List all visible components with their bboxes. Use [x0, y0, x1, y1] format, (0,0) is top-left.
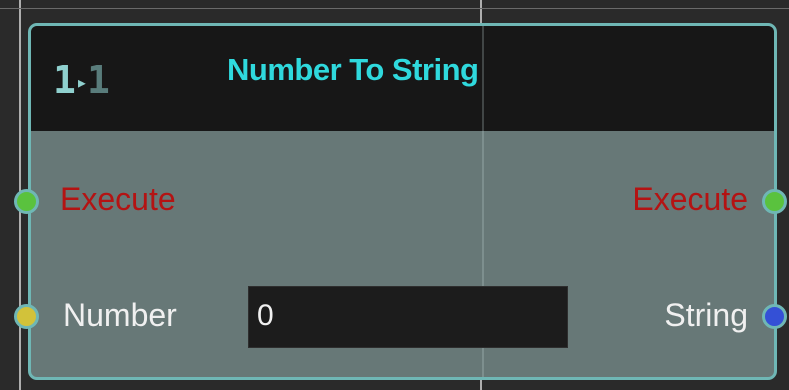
input-number-pin[interactable]	[14, 304, 39, 329]
number-to-string-icon: 1 ▸ 1	[53, 58, 110, 102]
output-execute-pin[interactable]	[762, 189, 787, 214]
canvas-grid-line	[0, 8, 789, 9]
node-title: Number To String	[227, 52, 479, 87]
input-number-label: Number	[63, 297, 177, 333]
output-string-label: String	[664, 297, 748, 333]
number-to-string-node[interactable]: 1 ▸ 1 Number To String Execute Execute N…	[28, 23, 777, 380]
input-execute-label: Execute	[60, 181, 176, 217]
node-header[interactable]: 1 ▸ 1 Number To String	[31, 26, 774, 131]
number-input[interactable]: 0	[248, 286, 568, 348]
input-execute-pin[interactable]	[14, 189, 39, 214]
output-string-pin[interactable]	[762, 304, 787, 329]
output-execute-label: Execute	[632, 181, 748, 217]
